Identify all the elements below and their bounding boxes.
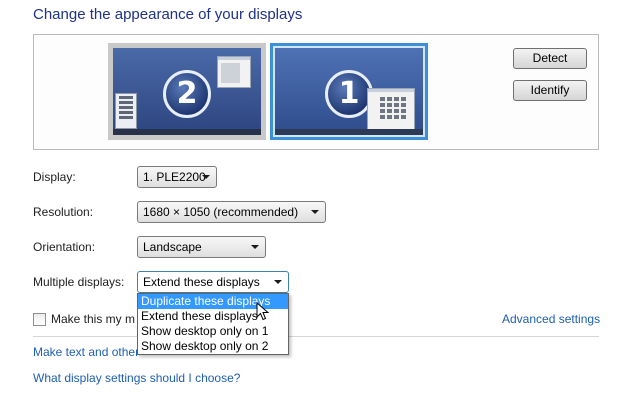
monitor-1-screen: 1	[275, 48, 423, 135]
display-help-link[interactable]: What display settings should I choose?	[33, 371, 240, 385]
chevron-down-icon	[311, 210, 319, 214]
resolution-select[interactable]: 1680 × 1050 (recommended)	[137, 201, 326, 223]
orientation-label: Orientation:	[33, 240, 96, 254]
dropdown-option-show-only-2[interactable]: Show desktop only on 2	[138, 339, 288, 354]
main-display-checkbox-label[interactable]: Make this my ma	[51, 312, 135, 326]
monitor-1[interactable]: 1	[270, 43, 428, 140]
orientation-select[interactable]: Landscape	[137, 236, 266, 258]
orientation-value: Landscape	[143, 240, 202, 254]
text-size-link[interactable]: Make text and other	[33, 345, 137, 359]
monitor-1-number: 1	[325, 70, 373, 118]
start-menu-thumbnail	[115, 93, 137, 129]
monitor-2-number: 2	[163, 70, 211, 118]
display-label: Display:	[33, 170, 76, 184]
monitor-2[interactable]: 2	[108, 43, 266, 140]
taskbar	[275, 129, 423, 135]
dropdown-option-show-only-1[interactable]: Show desktop only on 1	[138, 324, 288, 339]
grid-icon	[380, 97, 406, 119]
main-display-checkbox[interactable]	[33, 313, 46, 326]
advanced-settings-link[interactable]: Advanced settings	[502, 312, 600, 326]
multiple-displays-value: Extend these displays	[143, 275, 260, 289]
monitor-preview-area: 2 1 Detect Identify	[33, 34, 599, 150]
multiple-displays-select[interactable]: Extend these displays	[137, 271, 289, 293]
chevron-down-icon	[202, 175, 210, 179]
monitor-2-screen: 2	[113, 48, 261, 135]
chevron-down-icon	[251, 245, 259, 249]
multiple-displays-label: Multiple displays:	[33, 275, 125, 289]
taskbar	[113, 129, 261, 135]
divider	[33, 336, 599, 337]
chevron-down-icon	[274, 280, 282, 284]
window-thumbnail	[367, 88, 415, 132]
identify-button[interactable]: Identify	[513, 80, 587, 101]
window-thumbnail	[217, 56, 251, 88]
resolution-label: Resolution:	[33, 205, 94, 219]
mouse-cursor-icon	[256, 302, 270, 321]
detect-button[interactable]: Detect	[513, 48, 587, 69]
resolution-value: 1680 × 1050 (recommended)	[143, 205, 299, 219]
page-title: Change the appearance of your displays	[33, 6, 303, 23]
display-value: 1. PLE2200	[143, 170, 206, 184]
display-select[interactable]: 1. PLE2200	[137, 166, 217, 188]
